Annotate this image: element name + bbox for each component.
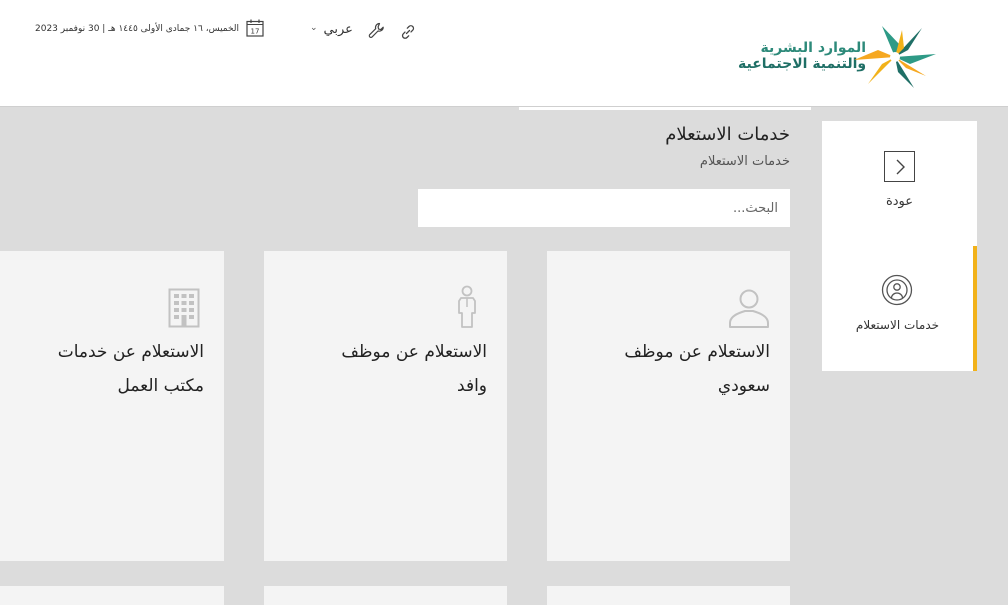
breadcrumb[interactable]: خدمات الاستعلام xyxy=(700,154,790,169)
top-header: الخميس، ١٦ جمادى الأولى ١٤٤٥ هـ | 30 نوف… xyxy=(0,0,1008,107)
card-saudi-employee[interactable]: الاستعلام عن موظف سعودي xyxy=(547,251,790,561)
wrench-icon[interactable] xyxy=(368,22,386,40)
back-label: عودة xyxy=(885,194,914,209)
side-panel: عودة خدمات الاستعلام xyxy=(822,121,977,371)
chevron-right-icon xyxy=(884,151,915,182)
sidebar-item-inquiry[interactable] xyxy=(822,246,977,371)
calendar-icon: 17 xyxy=(246,19,264,37)
card-row2-1[interactable] xyxy=(547,586,790,605)
calendar-day: 17 xyxy=(251,28,260,36)
card-labor-office[interactable]: الاستعلام عن خدمات مكتب العمل xyxy=(0,251,224,561)
broadcast-person-icon xyxy=(881,274,913,306)
ministry-logo-text: الموارد البشرية والتنمية الاجتماعية xyxy=(738,40,867,72)
card-title: الاستعلام عن موظف سعودي xyxy=(624,342,770,396)
building-icon xyxy=(168,288,200,328)
card-row2-3[interactable] xyxy=(0,586,224,605)
card-expat-employee[interactable]: الاستعلام عن موظف وافد xyxy=(264,251,507,561)
ministry-logo-icon xyxy=(854,26,936,88)
language-label: عربي xyxy=(323,22,353,37)
language-selector[interactable]: ⌄ عربي xyxy=(310,22,353,37)
card-row2-2[interactable] xyxy=(264,586,507,605)
inquiry-label: خدمات الاستعلام xyxy=(855,318,940,332)
page-title: خدمات الاستعلام xyxy=(665,124,790,145)
header-underline xyxy=(519,107,811,110)
chevron-down-icon: ⌄ xyxy=(310,22,318,33)
link-icon[interactable] xyxy=(399,23,417,41)
standing-person-icon xyxy=(458,285,476,328)
card-title: الاستعلام عن خدمات مكتب العمل xyxy=(57,342,204,396)
current-date: الخميس، ١٦ جمادى الأولى ١٤٤٥ هـ | 30 نوف… xyxy=(35,24,240,34)
card-title: الاستعلام عن موظف وافد xyxy=(341,342,487,396)
person-icon xyxy=(729,289,769,328)
back-button[interactable]: عودة xyxy=(822,121,977,245)
search-input[interactable] xyxy=(418,189,790,227)
